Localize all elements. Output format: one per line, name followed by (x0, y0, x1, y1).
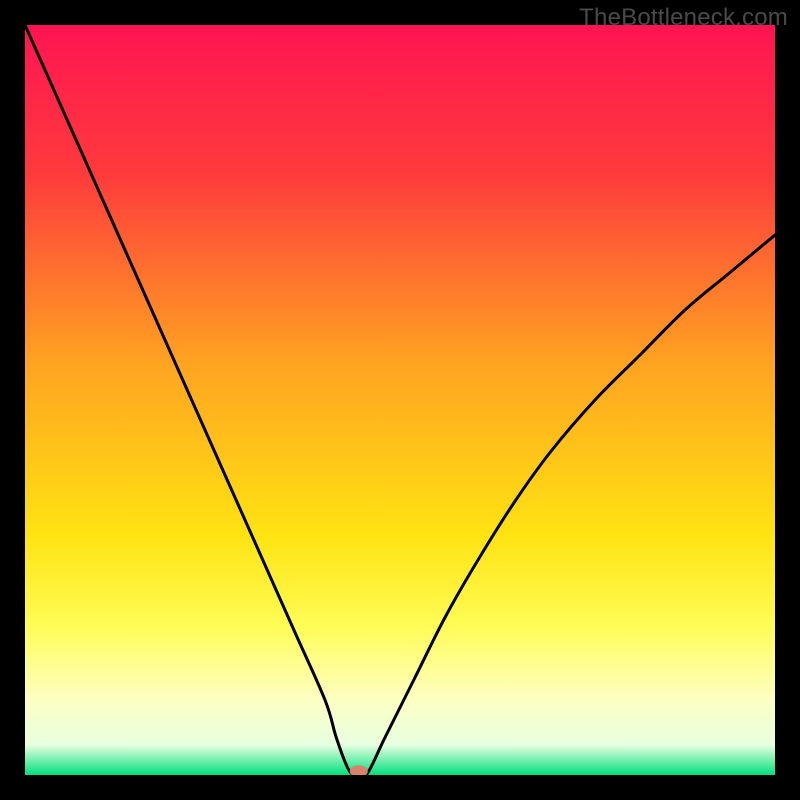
plot-area (25, 25, 775, 775)
watermark-text: TheBottleneck.com (579, 4, 788, 32)
chart-svg (25, 25, 775, 775)
gradient-background (25, 25, 775, 775)
chart-frame: TheBottleneck.com (0, 0, 800, 800)
